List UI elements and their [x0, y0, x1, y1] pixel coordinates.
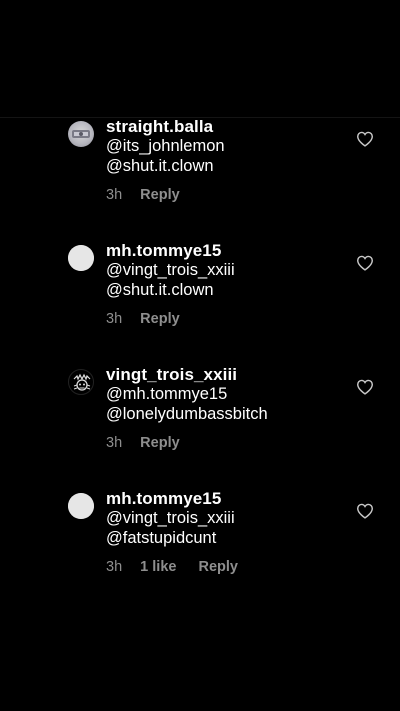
comment-item: straight.balla @its_johnlemon @shut.it.c…	[0, 117, 400, 217]
comment-time: 3h	[106, 559, 123, 575]
comment-meta: 3h Reply	[106, 311, 180, 327]
profile-photo-icon	[72, 130, 90, 138]
reply-button[interactable]: Reply	[140, 187, 180, 203]
comment-meta: 3h Reply	[106, 187, 180, 203]
comment-mention[interactable]: @vingt_trois_xxiii	[106, 261, 235, 280]
comment-mention[interactable]: @vingt_trois_xxiii	[106, 509, 235, 528]
avatar[interactable]	[68, 245, 94, 271]
heart-icon[interactable]	[356, 503, 374, 519]
comment-item: mh.tommye15 @vingt_trois_xxiii @fatstupi…	[0, 489, 400, 589]
comment-mention[interactable]: @fatstupidcunt	[106, 529, 216, 548]
avatar[interactable]	[68, 369, 94, 395]
likes-count[interactable]: 1 like	[140, 559, 176, 575]
comment-username[interactable]: vingt_trois_xxiii	[106, 365, 237, 385]
reply-button[interactable]: Reply	[198, 559, 238, 575]
comment-mention[interactable]: @lonelydumbassbitch	[106, 405, 268, 424]
comment-meta: 3h 1 like Reply	[106, 559, 238, 575]
heart-icon[interactable]	[356, 255, 374, 271]
skull-badge-icon	[73, 373, 91, 391]
comment-time: 3h	[106, 187, 123, 203]
comment-mention[interactable]: @its_johnlemon	[106, 137, 225, 156]
default-avatar-icon	[68, 493, 94, 519]
comment-time: 3h	[106, 435, 123, 451]
reply-button[interactable]: Reply	[140, 435, 180, 451]
comment-username[interactable]: mh.tommye15	[106, 489, 221, 509]
heart-icon[interactable]	[356, 379, 374, 395]
comment-item: vingt_trois_xxiii @mh.tommye15 @lonelydu…	[0, 365, 400, 465]
comment-time: 3h	[106, 311, 123, 327]
avatar[interactable]	[68, 493, 94, 519]
avatar[interactable]	[68, 121, 94, 147]
comment-item: mh.tommye15 @vingt_trois_xxiii @shut.it.…	[0, 241, 400, 341]
comment-mention[interactable]: @mh.tommye15	[106, 385, 227, 404]
comment-username[interactable]: mh.tommye15	[106, 241, 221, 261]
comment-mention[interactable]: @shut.it.clown	[106, 157, 214, 176]
comment-username[interactable]: straight.balla	[106, 117, 213, 137]
comment-mention[interactable]: @shut.it.clown	[106, 281, 214, 300]
heart-icon[interactable]	[356, 131, 374, 147]
reply-button[interactable]: Reply	[140, 311, 180, 327]
comment-meta: 3h Reply	[106, 435, 180, 451]
default-avatar-icon	[68, 245, 94, 271]
